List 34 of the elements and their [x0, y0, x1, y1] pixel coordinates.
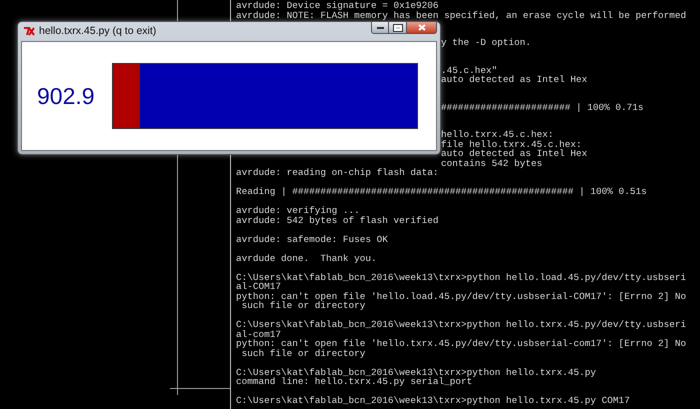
close-icon	[418, 24, 426, 31]
terminal-line: avrdude done. Thank you.	[236, 254, 378, 263]
terminal-line: contains 542 bytes	[441, 158, 544, 168]
terminal-line: auto detected as Intel Hex	[441, 75, 588, 84]
terminal-line: y the -D option.	[441, 38, 532, 48]
terminal-line: avrdude: safemode: Fuses OK	[236, 234, 389, 244]
sensor-reading: 902.9	[37, 82, 96, 111]
terminal-line: python: can't open file 'hello.txrx.45.py/dev/tty.usbserial-com17': [Errno 2] No	[236, 339, 688, 348]
terminal-line: ####################### | 100% 0.71s	[441, 102, 645, 112]
terminal-line: command line: hello.txrx.45.py serial_port	[236, 377, 472, 386]
terminal-line: C:\Users\kat\fablab_bcn_2016\week13\txrx>python hello.txrx.45.py	[236, 368, 598, 377]
terminal-line: Reading | ################################################## | 100% 0.51s	[236, 187, 648, 196]
terminal-line: C:\Users\kat\fablab_bcn_2016\week13\txrx>python hello.txrx.45.py/dev/tty.usbseri	[236, 320, 688, 330]
terminal-line: auto detected as Intel Hex	[441, 149, 588, 158]
terminal-line: .45.c.hex"	[441, 66, 498, 75]
terminal-line: such file or directory	[242, 348, 366, 358]
terminal-line: hello.txrx.45.c.hex:	[441, 130, 555, 140]
terminal-line: python: can't open file 'hello.load.45.py/dev/tty.usbserial-COM17': [Errno 2] No	[236, 292, 688, 301]
window-title: hello.txrx.45.py (q to exit)	[39, 24, 156, 39]
terminal-line: avrdude: NOTE: FLASH memory has been specified, an erase cycle will be performed	[236, 10, 688, 20]
close-button[interactable]	[407, 21, 437, 34]
terminal-line: C:\Users\kat\fablab_bcn_2016\week13\txrx>python hello.txrx.45.py COM17	[236, 396, 631, 406]
terminal-line: C:\Users\kat\fablab_bcn_2016\week13\txrx>python hello.load.45.py/dev/tty.usbseri	[236, 272, 688, 282]
minimize-button[interactable]	[371, 21, 389, 34]
terminal-line: file hello.txrx.45.c.hex:	[441, 140, 583, 149]
terminal-line: al-COM17	[236, 282, 282, 292]
terminal-line: avrdude: 542 bytes of flash verified	[236, 216, 440, 225]
terminal-line: such file or directory	[242, 301, 366, 310]
app-logo-icon	[24, 27, 35, 36]
terminal-line: avrdude: Device signature = 0x1e9206	[236, 1, 440, 10]
terminal-line: al-com17	[236, 330, 282, 339]
terminal-line: avrdude: reading on-chip flash data:	[236, 168, 440, 178]
terminal-line: avrdude: verifying ...	[236, 206, 361, 216]
maximize-button[interactable]	[389, 21, 407, 34]
